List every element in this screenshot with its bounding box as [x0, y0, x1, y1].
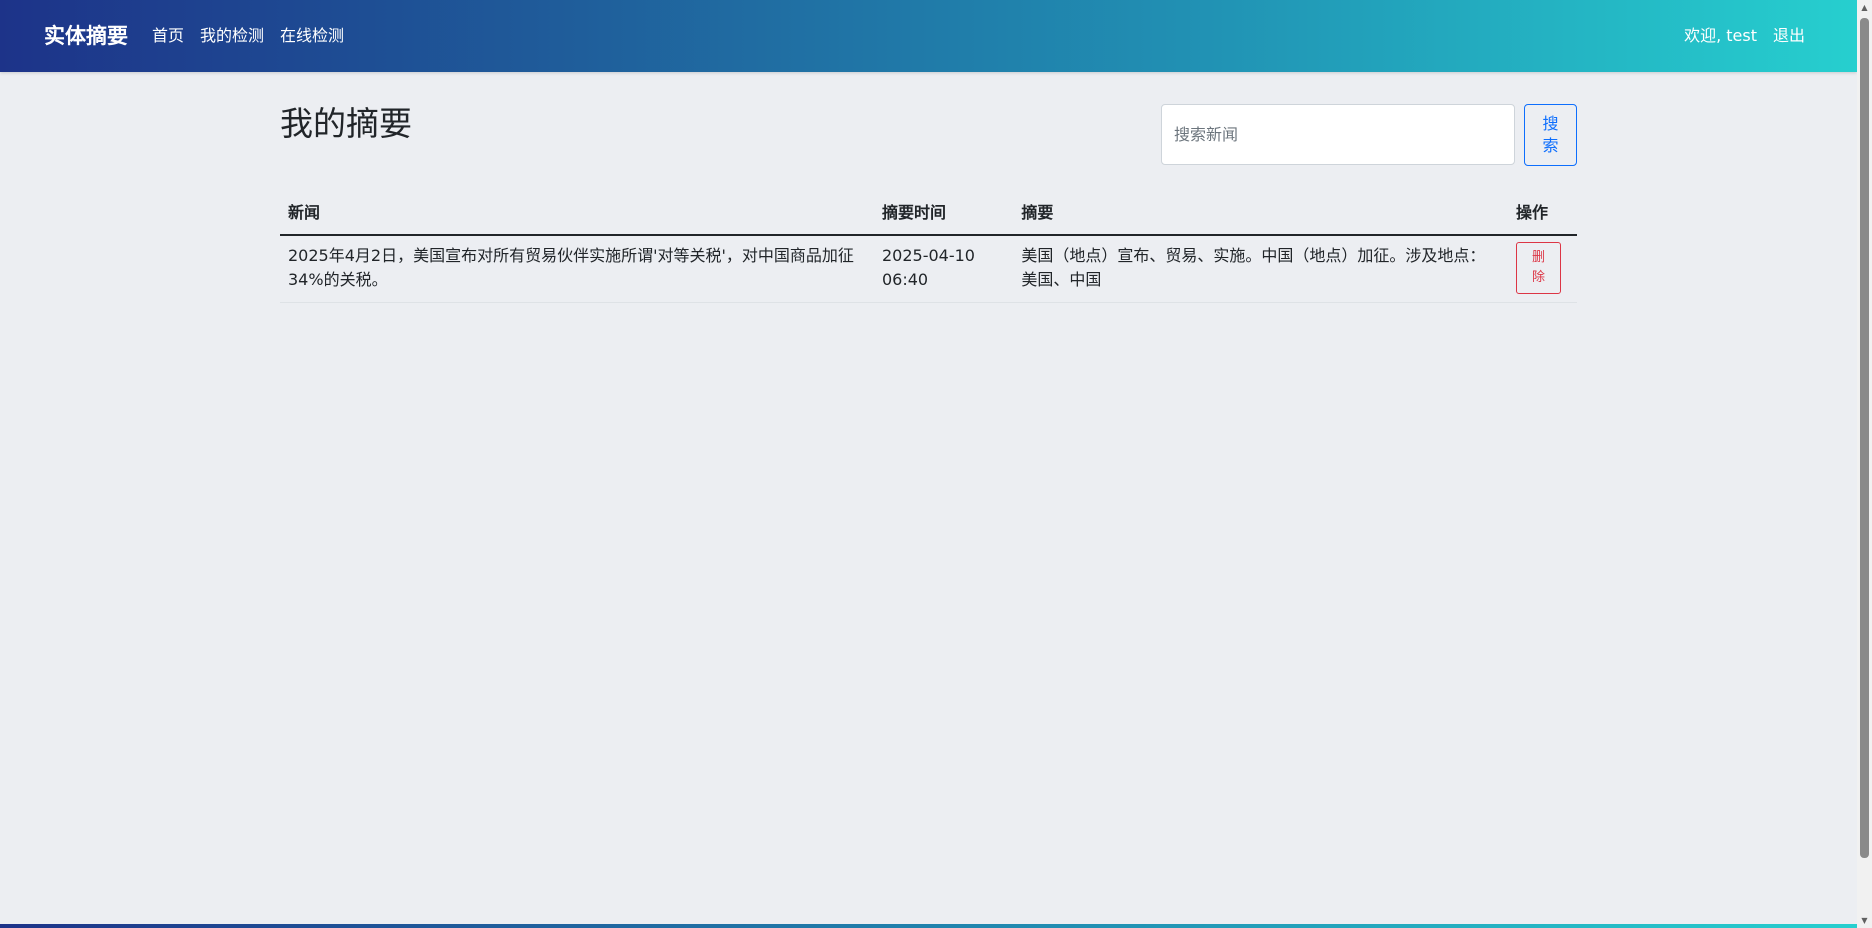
table-row: 2025年4月2日，美国宣布对所有贸易伙伴实施所谓'对等关税'，对中国商品加征3…: [280, 235, 1577, 303]
page-title: 我的摘要: [280, 104, 412, 143]
nav-links: 首页 我的检测 在线检测: [152, 22, 344, 50]
header-summary: 摘要: [1013, 192, 1509, 236]
summary-table: 新闻 摘要时间 摘要 操作 2025年4月2日，美国宣布对所有贸易伙伴实施所谓'…: [280, 192, 1577, 303]
table-header-row: 新闻 摘要时间 摘要 操作: [280, 192, 1577, 236]
bottom-gradient-strip: [0, 924, 1857, 928]
header-action: 操作: [1508, 192, 1577, 236]
logout-link[interactable]: 退出: [1773, 22, 1805, 50]
cell-action: 删除: [1508, 235, 1577, 303]
delete-button[interactable]: 删除: [1516, 242, 1562, 294]
cell-time: 2025-04-10 06:40: [873, 235, 1014, 303]
cell-summary: 美国（地点）宣布、贸易、实施。中国（地点）加征。涉及地点：美国、中国: [1013, 235, 1509, 303]
cell-news: 2025年4月2日，美国宣布对所有贸易伙伴实施所谓'对等关税'，对中国商品加征3…: [280, 235, 874, 303]
nav-link-home[interactable]: 首页: [152, 22, 184, 50]
header-news: 新闻: [280, 192, 874, 236]
search-button[interactable]: 搜索: [1524, 104, 1577, 166]
brand-logo[interactable]: 实体摘要: [44, 20, 128, 52]
header-summary-time: 摘要时间: [873, 192, 1014, 236]
nav-user-area: 欢迎, test 退出: [1684, 22, 1805, 50]
nav-link-online-detection[interactable]: 在线检测: [280, 22, 344, 50]
welcome-text: 欢迎, test: [1684, 26, 1757, 45]
scrollbar-thumb[interactable]: [1860, 18, 1869, 858]
search-input[interactable]: [1161, 104, 1515, 165]
scroll-up-icon[interactable]: ▲: [1857, 0, 1872, 15]
top-navbar: 实体摘要 首页 我的检测 在线检测 欢迎, test 退出: [0, 0, 1857, 72]
scroll-down-icon[interactable]: ▼: [1857, 913, 1872, 928]
nav-link-my-detection[interactable]: 我的检测: [200, 22, 264, 50]
vertical-scrollbar[interactable]: ▲ ▼: [1857, 0, 1872, 928]
